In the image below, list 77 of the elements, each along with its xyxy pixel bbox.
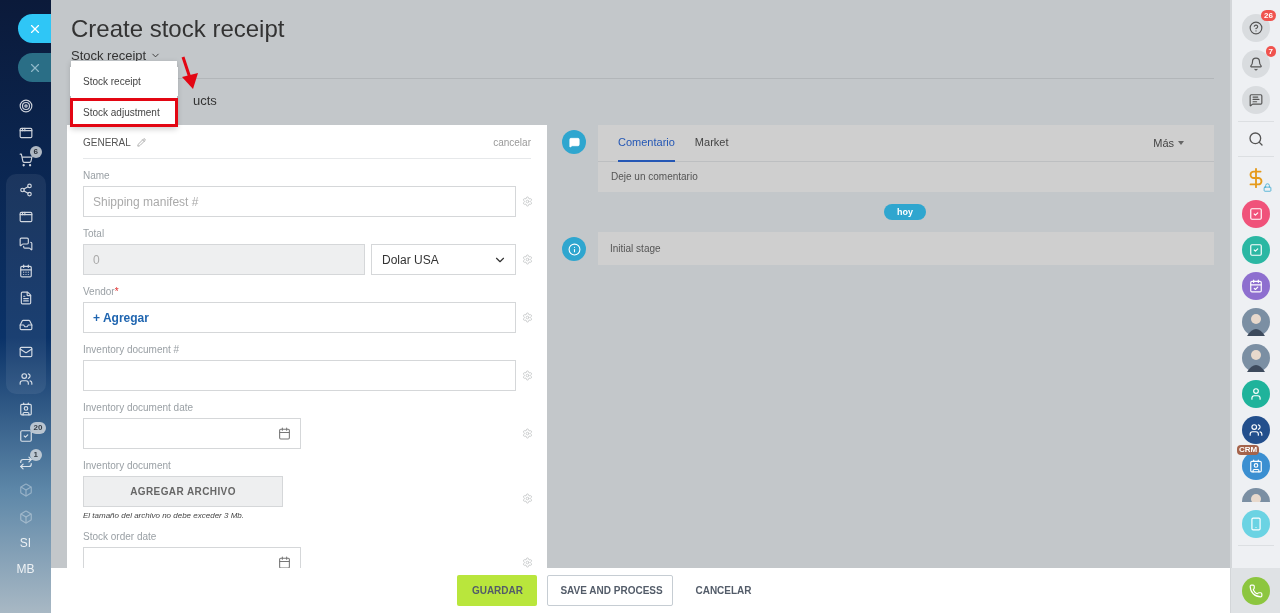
caret-icon <box>1178 141 1184 145</box>
calendar-button[interactable] <box>1242 272 1270 300</box>
lock-icon <box>1263 183 1272 192</box>
more-menu[interactable]: Más <box>1147 136 1190 150</box>
chat-button[interactable] <box>1242 86 1270 114</box>
chat-icon[interactable] <box>18 236 33 251</box>
footer-button[interactable]: GUARDAR <box>457 575 538 606</box>
field-label: Name <box>83 170 111 181</box>
task-button[interactable] <box>1242 236 1270 264</box>
chat-icon <box>1249 93 1263 107</box>
avatar[interactable] <box>1242 344 1270 372</box>
field-label: Inventory document <box>83 460 172 471</box>
contact-button[interactable] <box>1242 452 1270 480</box>
date-field[interactable] <box>83 418 301 449</box>
close-button[interactable] <box>18 14 51 43</box>
people-icon[interactable] <box>18 371 33 386</box>
network-icon[interactable] <box>18 182 33 197</box>
field-label: Vendor* <box>83 286 120 297</box>
document-icon[interactable] <box>18 290 33 305</box>
target-icon[interactable] <box>18 98 33 113</box>
cart-icon[interactable] <box>18 152 33 167</box>
section-title: GENERAL <box>83 137 131 148</box>
group-chat-icon <box>1249 423 1263 437</box>
field-label: Stock order date <box>83 531 158 542</box>
footer-button[interactable]: SAVE AND PROCESS <box>547 575 674 606</box>
info-icon <box>567 242 581 256</box>
count-badge: 20 <box>29 422 47 434</box>
field-label: Inventory document date <box>83 402 195 413</box>
file-size-hint: El tamaño del archivo no debe exceder 3 Mb. <box>83 511 245 520</box>
date-pill: hoy <box>884 204 926 220</box>
user-icon <box>1249 387 1263 401</box>
checkbox-icon[interactable] <box>18 428 33 443</box>
task-icon <box>1249 207 1263 221</box>
contact-icon <box>1249 459 1263 473</box>
event-text: Initial stage <box>609 242 662 256</box>
group-chat-button[interactable] <box>1242 416 1270 444</box>
task-icon <box>1249 243 1263 257</box>
currency-select[interactable]: Dolar USA <box>370 244 516 275</box>
tab-label[interactable]: ucts <box>193 93 217 108</box>
bell-icon <box>1249 57 1263 71</box>
timeline-tab[interactable]: Comentario <box>618 124 675 162</box>
phone-icon <box>1249 583 1263 598</box>
speech-bubble-icon <box>568 136 580 148</box>
window-icon[interactable] <box>18 209 33 224</box>
inbox-icon[interactable] <box>18 317 33 332</box>
add-file-button[interactable]: AGREGAR ARCHIVO <box>83 476 283 507</box>
comment-placeholder[interactable]: Deje un comentario <box>598 162 1214 192</box>
task-button[interactable] <box>1242 200 1270 228</box>
field-label: Total <box>83 228 106 239</box>
search-icon[interactable] <box>1248 131 1264 147</box>
count-badge: 1 <box>29 449 42 461</box>
calendar-icon[interactable] <box>18 263 33 278</box>
menu-item[interactable]: Stock receipt <box>70 67 178 96</box>
field-label: Inventory document # <box>83 344 181 355</box>
avatar[interactable] <box>1242 308 1270 336</box>
count-badge: 26 <box>1261 10 1276 21</box>
count-badge: 6 <box>29 146 42 158</box>
mail-icon[interactable] <box>18 344 33 359</box>
text-field[interactable] <box>83 360 516 391</box>
vendor-field[interactable]: + Agregar <box>83 302 516 333</box>
calendar-icon[interactable] <box>278 556 291 568</box>
page-title: Create stock receipt <box>71 14 286 44</box>
add-link[interactable]: + Agregar <box>93 310 149 325</box>
bell-button[interactable] <box>1242 50 1270 78</box>
calendar-icon <box>1249 279 1263 293</box>
timeline-tab[interactable]: Market <box>694 124 729 162</box>
repeat-icon[interactable] <box>18 455 33 470</box>
cancel-link[interactable]: CANCELAR <box>683 575 764 606</box>
contact-card-icon[interactable] <box>18 401 33 416</box>
user-button[interactable] <box>1242 380 1270 408</box>
phone-icon <box>1249 517 1263 531</box>
crm-tag: CRM <box>1237 445 1260 455</box>
calendar-icon[interactable] <box>278 427 291 440</box>
window-icon[interactable] <box>18 125 33 140</box>
count-badge: 7 <box>1265 46 1276 57</box>
menu-item[interactable]: Stock adjustment <box>70 98 178 127</box>
help-icon <box>1249 21 1263 35</box>
